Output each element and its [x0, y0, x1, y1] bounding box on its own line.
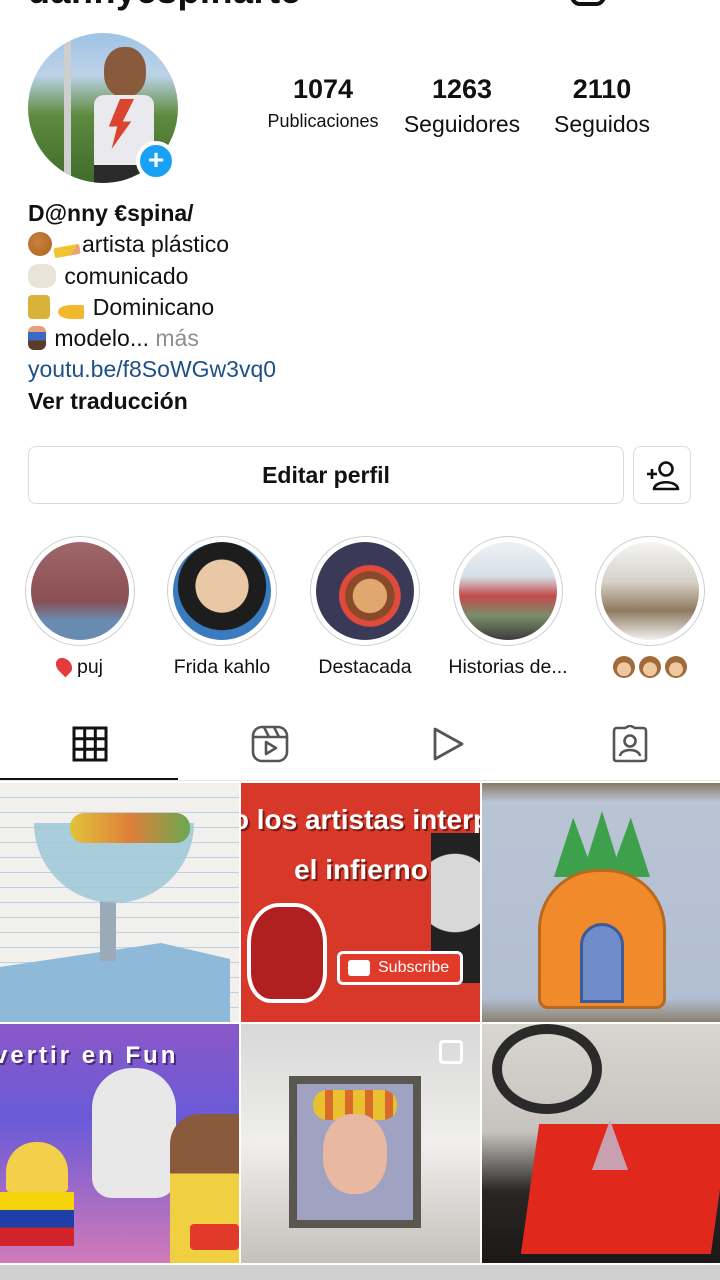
post-thumbnail[interactable] — [482, 1024, 720, 1263]
posts-stat[interactable]: 1074 Publicaciones — [258, 74, 388, 132]
video-icon — [433, 727, 464, 761]
grid-icon — [72, 726, 108, 762]
posts-count: 1074 — [292, 74, 354, 104]
top-bar: dannyespinarte — [0, 0, 720, 12]
speak-no-evil-monkey-icon — [665, 656, 687, 678]
bio-link[interactable]: youtu.be/f8SoWGw3vq0 — [28, 354, 698, 385]
highlight-ring — [310, 536, 420, 646]
following-label: Seguidos — [554, 111, 650, 137]
pineapple-door — [580, 923, 624, 1003]
profile-tabs — [0, 706, 720, 782]
following-count: 2110 — [572, 74, 632, 104]
post-thumbnail[interactable] — [241, 1024, 480, 1263]
highlight-label — [580, 656, 720, 680]
lock-icon — [28, 294, 50, 319]
tab-divider — [0, 780, 720, 781]
youtube-icon — [190, 1224, 239, 1250]
highlight-label: Destacada — [318, 656, 412, 678]
bio-line: comunicado — [28, 261, 698, 292]
avatar-pole — [64, 33, 71, 183]
reels-icon — [251, 725, 289, 763]
highlight-frida-kahlo[interactable]: Frida kahlo — [152, 536, 292, 679]
post-title-text: vertir en Fun — [0, 1042, 179, 1069]
devil-illustration — [247, 903, 327, 1003]
highlight-ring — [595, 536, 705, 646]
tab-videos[interactable] — [358, 706, 538, 782]
highlight-cover — [316, 542, 414, 640]
tab-reels[interactable] — [180, 706, 360, 782]
bio-text: modelo... — [54, 325, 149, 352]
highlight-monkeys[interactable] — [580, 536, 720, 680]
bio-line: Dominicano — [28, 292, 698, 323]
translate-link[interactable]: Ver traducción — [28, 386, 698, 417]
add-story-button[interactable]: + — [136, 141, 176, 181]
following-stat[interactable]: 2110 Seguidos — [540, 74, 664, 138]
highlight-destacada[interactable]: Destacada — [295, 536, 435, 679]
pin-icon — [52, 656, 76, 678]
subscribe-badge: Subscribe — [337, 951, 463, 985]
highlight-cover — [31, 542, 129, 640]
highlight-cover — [601, 542, 699, 640]
highlight-label: Frida kahlo — [173, 656, 271, 678]
bio-line: modelo... más — [28, 323, 698, 354]
posts-label: Publicaciones — [267, 111, 379, 131]
drawing-stem — [100, 901, 116, 961]
highlight-cover — [459, 542, 557, 640]
highlight-puj[interactable]: puj — [10, 536, 150, 679]
post-thumbnail[interactable] — [482, 783, 720, 1022]
post-thumbnail[interactable]: vertir en Fun — [0, 1024, 239, 1263]
posts-grid: o los artistas interp el infierno Subscr… — [0, 783, 720, 1280]
discover-people-button[interactable] — [633, 446, 691, 504]
venezuela-flag — [0, 1192, 74, 1246]
bio-text: comunicado — [64, 262, 189, 289]
red-backdrop — [520, 1124, 720, 1254]
add-post-icon[interactable] — [570, 0, 606, 6]
highlight-ring — [453, 536, 563, 646]
highlight-ring — [25, 536, 135, 646]
add-person-icon — [647, 461, 680, 491]
highlight-label: puj — [10, 656, 150, 679]
followers-label: Seguidores — [403, 111, 521, 137]
highlight-cover — [173, 542, 271, 640]
toy-figure — [92, 1068, 176, 1198]
hear-no-evil-monkey-icon — [639, 656, 661, 678]
taco-illustration — [6, 1142, 68, 1192]
pineapple-leaves — [554, 811, 650, 877]
post-thumbnail[interactable] — [0, 783, 239, 1022]
painting-face — [323, 1114, 387, 1194]
followers-count: 1263 — [431, 74, 493, 104]
tab-posts-grid[interactable] — [0, 706, 180, 782]
tagged-icon — [612, 725, 648, 763]
pencil-icon — [53, 244, 81, 259]
highlight-historias[interactable]: Historias de... — [438, 536, 578, 679]
walking-person-icon — [28, 326, 46, 351]
ring-light — [492, 1024, 602, 1114]
profile-username[interactable]: dannyespinarte — [28, 0, 301, 12]
edit-profile-button[interactable]: Editar perfil — [28, 446, 624, 504]
bio-line: artista plástico — [28, 229, 698, 260]
highlight-ring — [167, 536, 277, 646]
palette-icon — [28, 232, 52, 257]
post-thumbnail[interactable]: o los artistas interp el infierno Subscr… — [241, 783, 480, 1022]
bio-text: artista plástico — [82, 231, 230, 258]
highlight-label-text: puj — [76, 656, 104, 678]
carousel-icon — [439, 1040, 463, 1064]
followers-stat[interactable]: 1263 Seguidores — [398, 74, 526, 138]
more-link[interactable]: más — [155, 325, 198, 351]
bio-text: Dominicano — [92, 293, 215, 320]
see-no-evil-monkey-icon — [613, 656, 635, 678]
next-row-peek — [0, 1265, 720, 1280]
drawing-fruit — [70, 813, 190, 843]
highlight-label: Historias de... — [448, 656, 568, 678]
display-name: D@nny €spina/ — [28, 200, 194, 226]
avatar-head — [104, 47, 146, 97]
tab-tagged[interactable] — [540, 706, 720, 782]
key-icon — [58, 304, 85, 319]
bio: D@nny €spina/ artista plástico comunicad… — [28, 198, 698, 417]
sheep-icon — [28, 263, 56, 288]
